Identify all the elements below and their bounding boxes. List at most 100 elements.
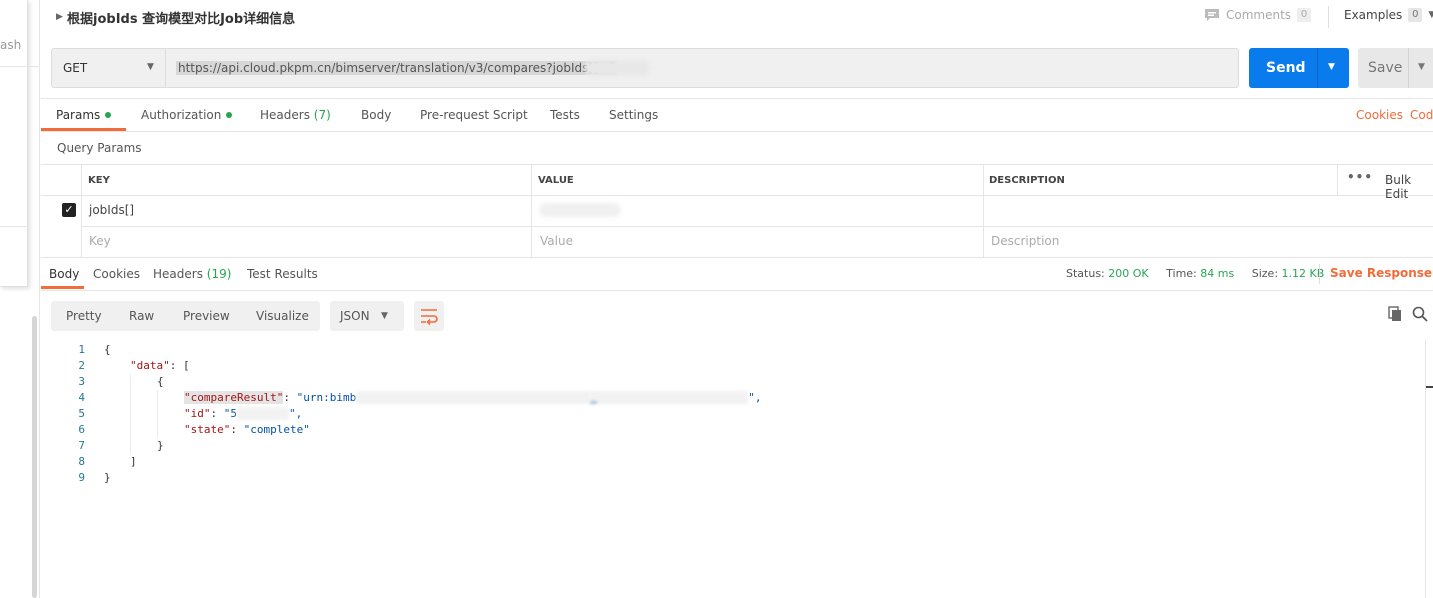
table-border: [81, 226, 1433, 227]
examples-label: Examples: [1344, 8, 1403, 22]
format-value: JSON: [340, 309, 370, 323]
save-response-button[interactable]: Save Response ▼: [1330, 266, 1433, 280]
format-select[interactable]: JSON ▼: [330, 301, 404, 331]
comments-button[interactable]: Comments 0: [1204, 8, 1312, 22]
new-param-key-input[interactable]: Key: [89, 234, 111, 248]
param-value-redacted[interactable]: [539, 203, 621, 217]
tab-tests[interactable]: Tests: [550, 108, 580, 122]
chevron-down-icon: ▼: [381, 311, 388, 321]
view-pretty[interactable]: Pretty: [66, 309, 102, 323]
chevron-down-icon[interactable]: ▼: [1328, 62, 1335, 72]
column-header-value: VALUE: [538, 175, 574, 186]
code-link[interactable]: Cod: [1410, 108, 1433, 122]
line-number: 9: [78, 471, 85, 484]
sidebar-partial-label[interactable]: ash: [0, 38, 21, 52]
table-border: [41, 164, 1433, 165]
overview-ruler-marker: [1426, 386, 1433, 388]
tab-authorization[interactable]: Authorization: [141, 108, 233, 122]
table-border: [41, 195, 1433, 196]
sidebar-scrollbar[interactable]: [32, 316, 37, 598]
line-number: 6: [78, 423, 85, 436]
wrap-lines-button[interactable]: [414, 301, 444, 331]
response-tabs: Body Cookies Headers (19) Test Results S…: [41, 258, 1433, 291]
request-tabs: Params Authorization Headers (7) Body Pr…: [41, 98, 1433, 132]
query-params-table: KEY VALUE DESCRIPTION ••• Bulk Edit ✓ jo…: [41, 164, 1433, 258]
comment-icon: [1205, 9, 1219, 21]
table-border: [1337, 164, 1338, 195]
tab-pre-request-script[interactable]: Pre-request Script: [420, 108, 528, 122]
tab-response-cookies[interactable]: Cookies: [93, 267, 140, 281]
sidebar: ash: [0, 0, 40, 598]
status-label: Status:: [1066, 267, 1105, 280]
tab-settings[interactable]: Settings: [609, 108, 658, 122]
active-tab-underline: [41, 128, 126, 131]
active-tab-underline: [41, 286, 84, 289]
editor-overview-ruler: [1425, 340, 1426, 598]
line-number: 8: [78, 455, 85, 468]
status-value[interactable]: 200 OK: [1108, 267, 1148, 280]
send-button[interactable]: Send ▼: [1249, 48, 1349, 88]
comments-count: 0: [1297, 8, 1312, 22]
active-indicator-dot: [226, 112, 233, 118]
expand-caret-icon[interactable]: ▶: [56, 12, 63, 22]
tab-params[interactable]: Params: [56, 108, 112, 122]
view-preview[interactable]: Preview: [183, 309, 230, 323]
param-enabled-checkbox[interactable]: ✓: [62, 203, 76, 217]
size-value[interactable]: 1.12 KB: [1282, 267, 1325, 280]
chevron-down-icon: ▼: [147, 62, 154, 72]
code-line: {: [157, 375, 164, 388]
redacted-value: [584, 60, 650, 76]
line-number: 5: [78, 407, 85, 420]
code-line: "compareResult": "urn:bimb ",: [184, 391, 762, 404]
active-indicator-dot: [105, 112, 112, 118]
line-number: 7: [78, 439, 85, 452]
url-input[interactable]: https://api.cloud.pkpm.cn/bimserver/tran…: [166, 48, 1239, 88]
save-button[interactable]: Save ▼: [1358, 48, 1433, 88]
view-raw[interactable]: Raw: [129, 309, 154, 323]
code-line: ]: [130, 455, 137, 468]
indent-guide: [157, 390, 158, 438]
view-visualize[interactable]: Visualize: [256, 309, 309, 323]
response-meta: Status: 200 OK Time: 84 ms Size: 1.12 KB: [1066, 267, 1324, 280]
tab-test-results[interactable]: Test Results: [247, 267, 318, 281]
examples-button[interactable]: Examples 0 ▼: [1344, 8, 1433, 22]
more-options-icon[interactable]: •••: [1347, 170, 1373, 184]
tab-headers[interactable]: Headers (7): [260, 108, 331, 122]
code-line: "id": "5 ",: [184, 407, 303, 420]
line-number: 2: [78, 359, 85, 372]
save-label: Save: [1368, 60, 1403, 76]
column-header-key: KEY: [88, 175, 110, 186]
method-value: GET: [63, 61, 88, 75]
size-label: Size:: [1251, 267, 1279, 280]
new-param-value-input[interactable]: Value: [540, 234, 573, 248]
response-view-mode: Pretty Raw Preview Visualize: [51, 301, 320, 331]
copy-icon[interactable]: [1387, 306, 1403, 322]
line-number: 3: [78, 375, 85, 388]
cookies-link[interactable]: Cookies: [1356, 108, 1403, 122]
response-body-editor[interactable]: 1 2 3 4 5 6 7 8 9 { "data": [ { "compare…: [41, 340, 1425, 598]
table-border: [983, 164, 984, 258]
request-title[interactable]: 根据jobIds 查询模型对比Job详细信息: [67, 8, 295, 27]
param-key[interactable]: jobIds[]: [89, 203, 134, 217]
chevron-down-icon[interactable]: ▼: [1418, 62, 1425, 72]
search-icon[interactable]: [1412, 306, 1428, 322]
code-line: }: [157, 439, 164, 452]
method-select[interactable]: GET ▼: [51, 48, 166, 88]
tab-response-headers[interactable]: Headers (19): [153, 267, 231, 281]
line-number: 1: [78, 343, 85, 356]
url-value: https://api.cloud.pkpm.cn/bimserver/tran…: [176, 61, 618, 75]
wrap-lines-icon: [421, 309, 438, 326]
time-value[interactable]: 84 ms: [1200, 267, 1234, 280]
table-border: [81, 164, 82, 258]
bulk-edit-link[interactable]: Bulk Edit: [1385, 173, 1433, 201]
code-line: {: [104, 343, 111, 356]
code-line: }: [104, 471, 111, 484]
tab-response-body[interactable]: Body: [49, 267, 79, 281]
time-label: Time:: [1166, 267, 1197, 280]
tab-body[interactable]: Body: [361, 108, 391, 122]
request-title-bar: ▶ 根据jobIds 查询模型对比Job详细信息 Comments 0 Exam…: [41, 0, 1433, 36]
sidebar-divider: [0, 226, 28, 227]
divider: [1408, 48, 1409, 88]
new-param-description-input[interactable]: Description: [991, 234, 1059, 248]
examples-count: 0: [1408, 8, 1423, 22]
